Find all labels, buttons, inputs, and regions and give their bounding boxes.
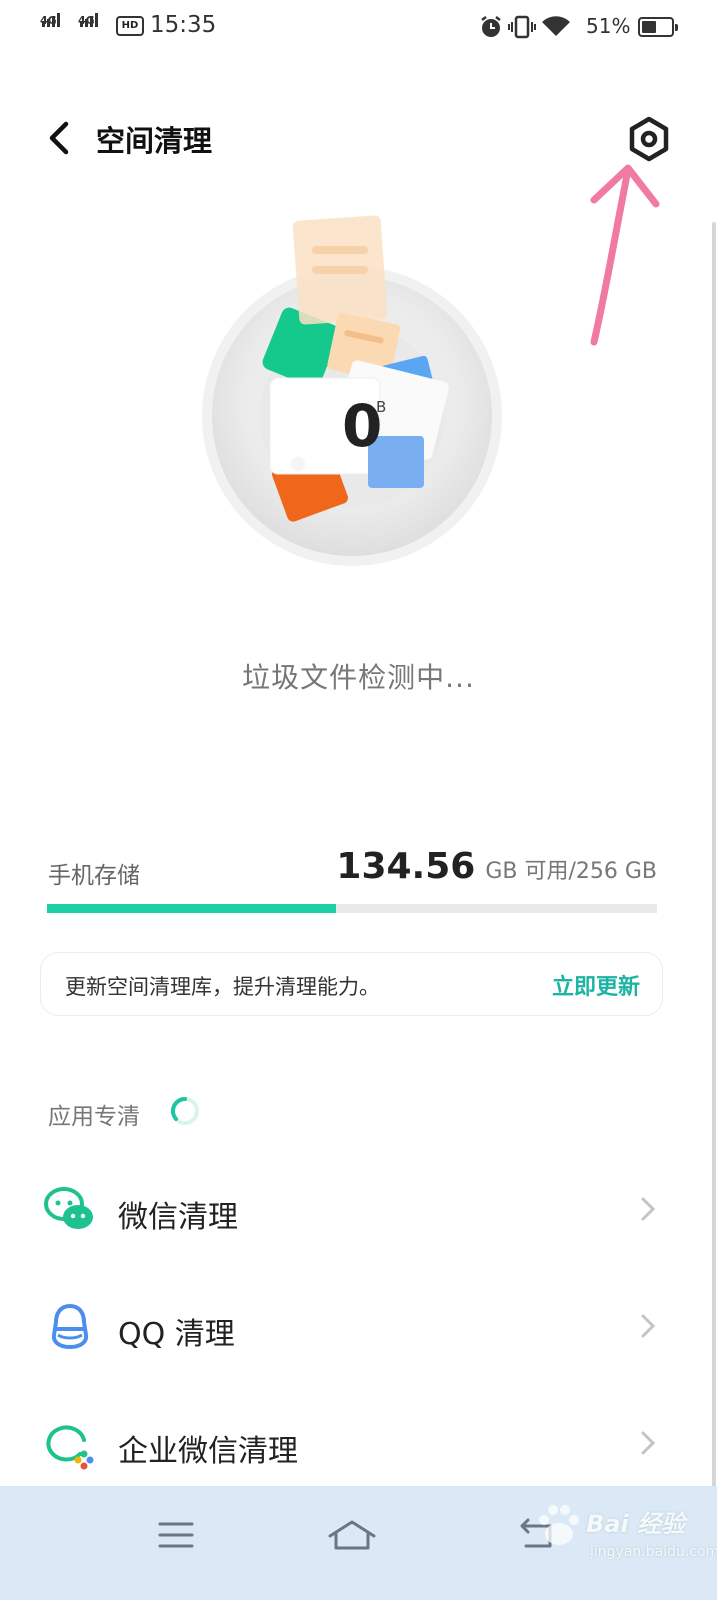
qq-icon [51,1303,89,1350]
storage-label: 手机存储 [48,863,140,889]
signal-sim2-icon: 4G [78,13,98,27]
hd-voice-icon: HD [116,16,144,36]
alarm-icon [481,16,501,37]
wecom-clean-label: 企业微信清理 [118,1434,298,1469]
status-time: 15:35 [150,12,217,38]
wifi-icon [542,16,570,36]
update-now-button[interactable]: 立即更新 [552,969,640,1001]
settings-gear-icon[interactable] [626,116,672,162]
status-bar: 4G 4G HD 15:35 51% [0,0,717,56]
back-arrow-icon[interactable] [40,116,80,160]
baidu-paw-icon [539,1505,579,1545]
update-library-card: 更新空间清理库，提升清理能力。 立即更新 [40,952,663,1016]
battery-icon [638,17,678,37]
home-icon[interactable] [322,1510,382,1560]
battery-percent: 51% [586,14,631,38]
qq-clean-label: QQ 清理 [118,1317,235,1352]
baidu-watermark: Bai 经验 jingyan.baidu.com [530,1496,717,1586]
wechat-icon [44,1187,93,1229]
wecom-clean-item[interactable]: 企业微信清理 [0,1394,717,1494]
menu-icon[interactable] [146,1510,206,1560]
qq-clean-item[interactable]: QQ 清理 [0,1277,717,1377]
update-library-text: 更新空间清理库，提升清理能力。 [65,975,380,999]
storage-progress-fill [47,904,337,913]
scan-status-text: 垃圾文件检测中... [242,661,475,694]
chevron-right-icon [641,1431,656,1455]
loading-spinner-icon [170,1096,199,1125]
wechat-clean-item[interactable]: 微信清理 [0,1160,717,1260]
annotation-arrow-icon [590,164,660,346]
watermark-text: Bai 经验 [586,1510,686,1538]
signal-sim1-icon: 4G [40,13,60,27]
wechat-clean-label: 微信清理 [118,1200,238,1235]
junk-size-unit: B [376,398,387,416]
vibrate-icon [508,15,536,39]
storage-available-value: 134.56 [336,846,476,887]
storage-progress-bar [47,904,657,913]
wecom-icon [46,1425,94,1470]
chevron-right-icon [641,1197,656,1221]
storage-available: 134.56 GB 可用/256 GB [336,846,657,887]
storage-available-detail: GB 可用/256 GB [485,859,657,884]
chevron-right-icon [641,1314,656,1338]
watermark-subtext: jingyan.baidu.com [590,1544,717,1560]
page-title: 空间清理 [96,124,213,158]
app-clean-section-title: 应用专清 [48,1104,140,1130]
